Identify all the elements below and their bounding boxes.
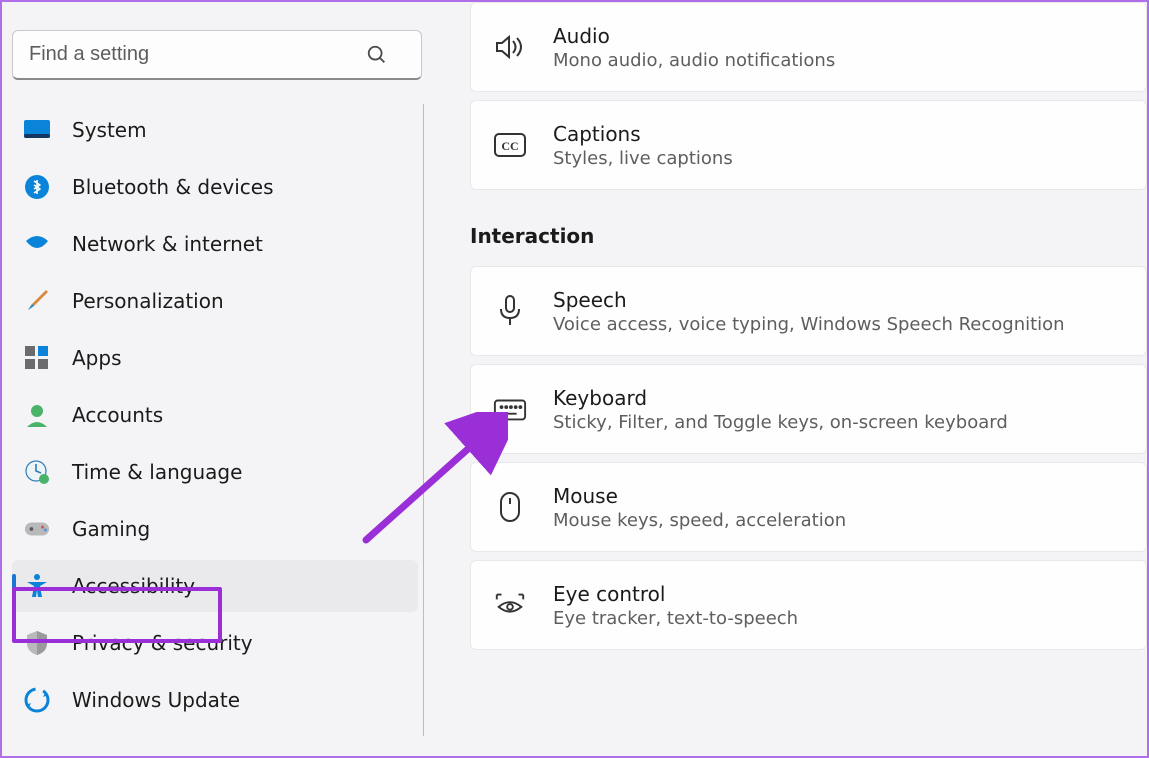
- sidebar-item-personalization[interactable]: Personalization: [12, 275, 418, 327]
- captions-icon: CC: [493, 128, 527, 162]
- sidebar-item-accessibility[interactable]: Accessibility: [12, 560, 418, 612]
- update-icon: [24, 687, 50, 713]
- setting-card-keyboard[interactable]: Keyboard Sticky, Filter, and Toggle keys…: [470, 364, 1147, 454]
- sidebar-item-label: Bluetooth & devices: [72, 175, 274, 199]
- card-desc: Mono audio, audio notifications: [553, 50, 835, 71]
- sidebar-item-network[interactable]: Network & internet: [12, 218, 418, 270]
- audio-icon: [493, 30, 527, 64]
- sidebar-item-privacy[interactable]: Privacy & security: [12, 617, 418, 669]
- card-desc: Mouse keys, speed, acceleration: [553, 510, 846, 531]
- card-title: Mouse: [553, 484, 846, 508]
- search-input[interactable]: [12, 30, 422, 80]
- section-header-interaction: Interaction: [470, 224, 1147, 248]
- sidebar-item-bluetooth[interactable]: Bluetooth & devices: [12, 161, 418, 213]
- wifi-icon: [24, 231, 50, 257]
- sidebar-item-label: Time & language: [72, 460, 242, 484]
- sidebar-item-accounts[interactable]: Accounts: [12, 389, 418, 441]
- sidebar: System Bluetooth & devices Network & int…: [2, 2, 434, 756]
- sidebar-item-label: Accessibility: [72, 574, 195, 598]
- sidebar-item-time-language[interactable]: Time & language: [12, 446, 418, 498]
- sidebar-item-label: System: [72, 118, 147, 142]
- keyboard-icon: [493, 392, 527, 426]
- sidebar-item-system[interactable]: System: [12, 104, 418, 156]
- setting-card-mouse[interactable]: Mouse Mouse keys, speed, acceleration: [470, 462, 1147, 552]
- sidebar-item-gaming[interactable]: Gaming: [12, 503, 418, 555]
- card-desc: Eye tracker, text-to-speech: [553, 608, 798, 629]
- eye-control-icon: [493, 588, 527, 622]
- search-container: [12, 30, 414, 80]
- card-desc: Sticky, Filter, and Toggle keys, on-scre…: [553, 412, 1008, 433]
- card-title: Keyboard: [553, 386, 1008, 410]
- sidebar-item-apps[interactable]: Apps: [12, 332, 418, 384]
- setting-card-captions[interactable]: CC Captions Styles, live captions: [470, 100, 1147, 190]
- paintbrush-icon: [24, 288, 50, 314]
- system-icon: [24, 117, 50, 143]
- sidebar-item-label: Network & internet: [72, 232, 263, 256]
- nav-divider: [423, 104, 424, 736]
- setting-card-speech[interactable]: Speech Voice access, voice typing, Windo…: [470, 266, 1147, 356]
- nav-list: System Bluetooth & devices Network & int…: [12, 104, 424, 726]
- setting-card-audio[interactable]: Audio Mono audio, audio notifications: [470, 2, 1147, 92]
- accounts-icon: [24, 402, 50, 428]
- card-title: Captions: [553, 122, 733, 146]
- setting-card-eye-control[interactable]: Eye control Eye tracker, text-to-speech: [470, 560, 1147, 650]
- mouse-icon: [493, 490, 527, 524]
- sidebar-item-windows-update[interactable]: Windows Update: [12, 674, 418, 726]
- card-desc: Voice access, voice typing, Windows Spee…: [553, 314, 1065, 335]
- sidebar-item-label: Apps: [72, 346, 122, 370]
- svg-text:CC: CC: [501, 139, 518, 153]
- bluetooth-icon: [24, 174, 50, 200]
- sidebar-item-label: Accounts: [72, 403, 163, 427]
- main-content: Audio Mono audio, audio notifications CC…: [434, 2, 1147, 756]
- clock-globe-icon: [24, 459, 50, 485]
- card-title: Audio: [553, 24, 835, 48]
- shield-icon: [24, 630, 50, 656]
- sidebar-item-label: Personalization: [72, 289, 224, 313]
- card-title: Eye control: [553, 582, 798, 606]
- sidebar-item-label: Privacy & security: [72, 631, 253, 655]
- apps-icon: [24, 345, 50, 371]
- gamepad-icon: [24, 516, 50, 542]
- search-icon: [366, 44, 388, 66]
- card-desc: Styles, live captions: [553, 148, 733, 169]
- sidebar-item-label: Windows Update: [72, 688, 240, 712]
- accessibility-icon: [24, 573, 50, 599]
- microphone-icon: [493, 294, 527, 328]
- sidebar-item-label: Gaming: [72, 517, 150, 541]
- card-title: Speech: [553, 288, 1065, 312]
